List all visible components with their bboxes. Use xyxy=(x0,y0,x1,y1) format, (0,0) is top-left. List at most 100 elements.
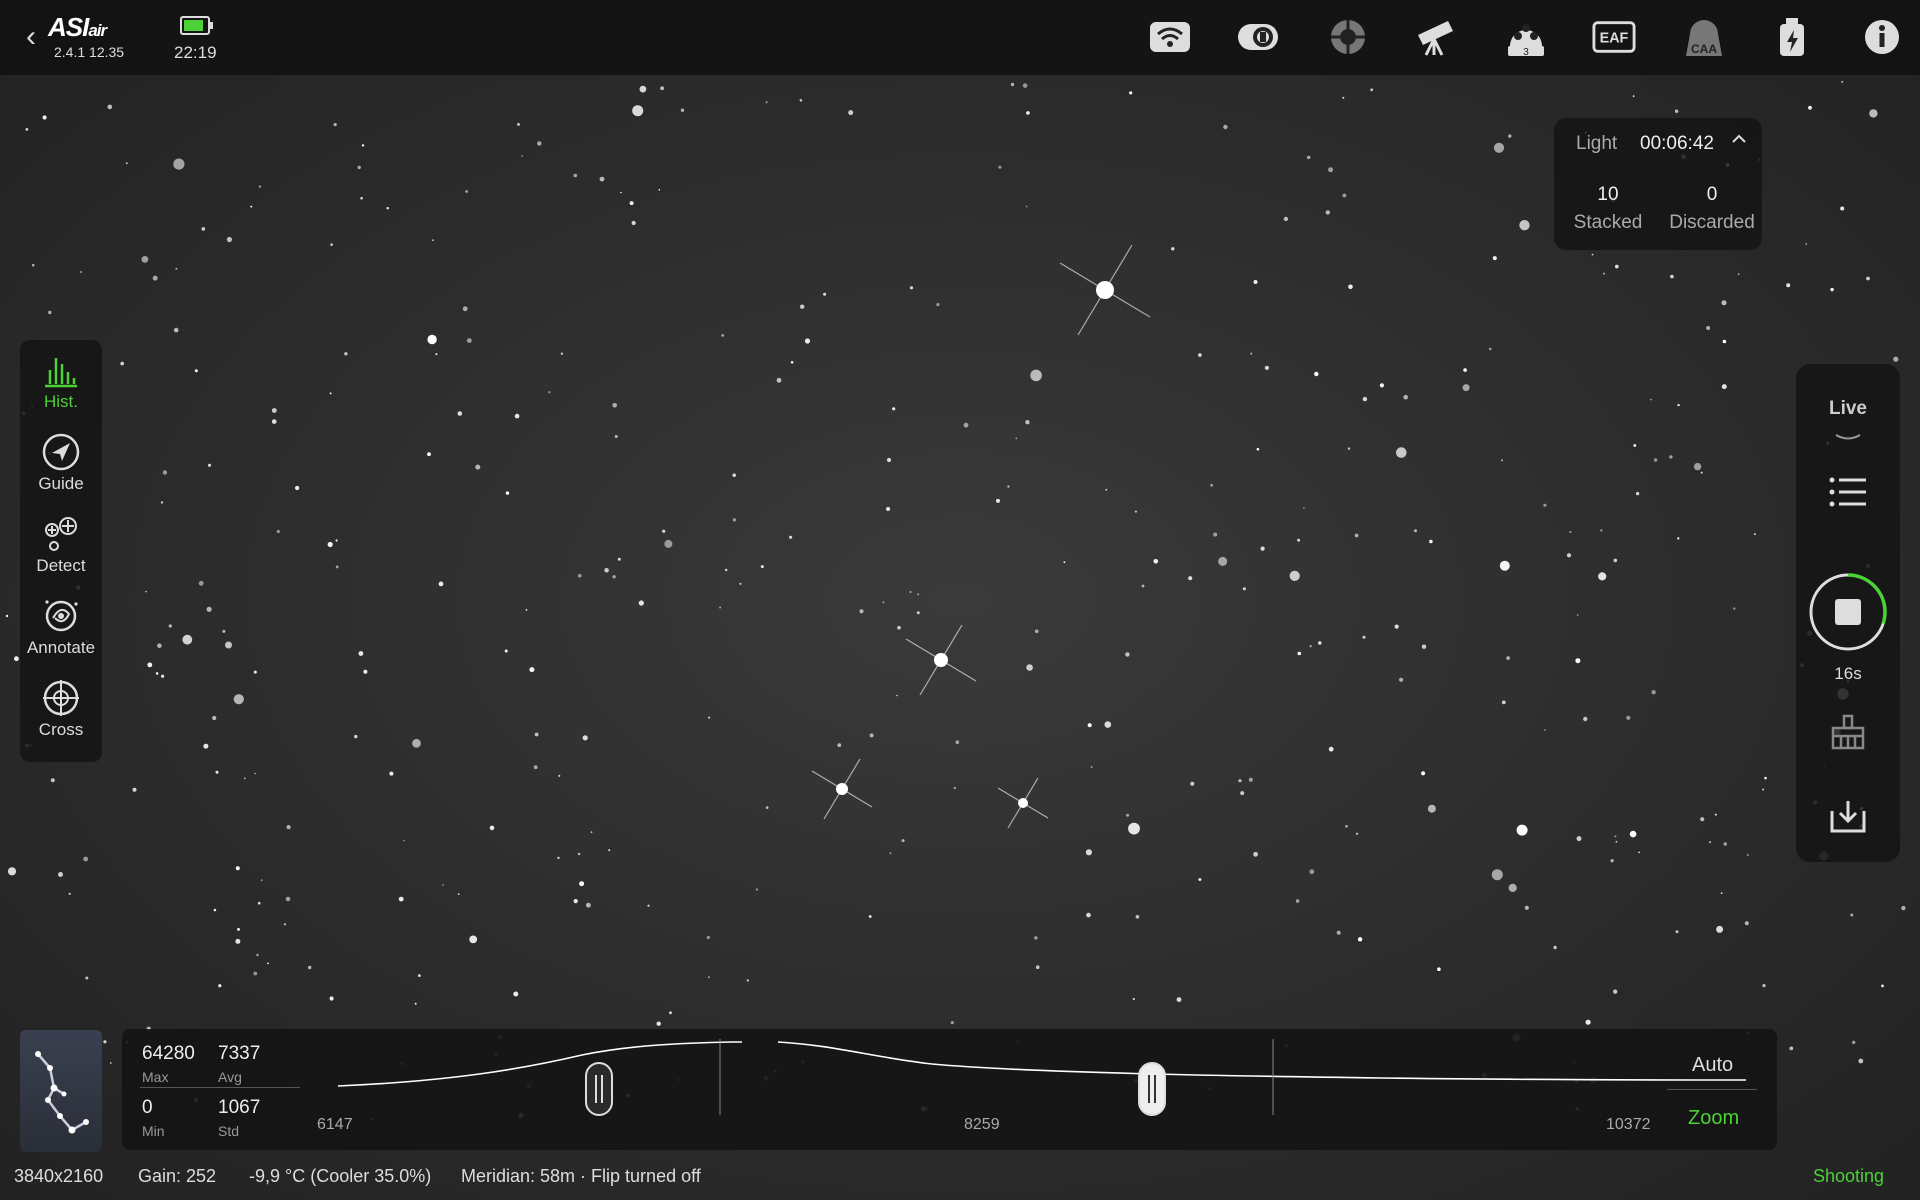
guide-camera-icon[interactable] xyxy=(1326,16,1370,58)
live-mode-label[interactable]: Live xyxy=(1796,398,1900,420)
star xyxy=(1723,842,1727,846)
star xyxy=(250,205,253,208)
star xyxy=(1901,905,1906,911)
hist-std-value: 1067 xyxy=(218,1097,261,1118)
clear-stack-button[interactable] xyxy=(1818,702,1878,762)
star xyxy=(1524,905,1529,910)
chevron-down-icon[interactable] xyxy=(1834,432,1862,444)
star xyxy=(162,470,168,475)
eaf-label: EAF xyxy=(1600,31,1629,47)
star xyxy=(1575,658,1581,664)
constellation-thumbnail[interactable] xyxy=(20,1030,102,1152)
star xyxy=(125,162,128,165)
stack-stats-panel[interactable]: Light 00:06:42 10 Stacked 0 Discarded xyxy=(1554,118,1762,250)
star xyxy=(1566,553,1572,558)
star xyxy=(431,239,434,242)
filter-wheel-icon[interactable]: 3 xyxy=(1504,16,1548,58)
star xyxy=(276,529,280,534)
star xyxy=(746,979,749,982)
star xyxy=(1421,771,1426,776)
app-version: 2.4.1 12.35 xyxy=(54,44,125,60)
tool-guide[interactable]: Guide xyxy=(20,422,102,504)
star xyxy=(398,896,404,902)
tool-histogram[interactable]: Hist. xyxy=(20,340,102,422)
star xyxy=(638,600,644,606)
star xyxy=(525,609,528,611)
tool-crosshair[interactable]: Cross xyxy=(20,668,102,750)
star xyxy=(50,778,55,783)
black-point-slider-handle[interactable] xyxy=(584,1061,614,1117)
star xyxy=(1762,788,1765,791)
star xyxy=(656,1021,661,1026)
star xyxy=(155,672,159,675)
star xyxy=(58,872,63,877)
tool-detect[interactable]: Detect xyxy=(20,504,102,586)
hist-std-label: Std xyxy=(218,1123,240,1139)
info-icon[interactable] xyxy=(1860,16,1904,58)
star xyxy=(206,606,212,612)
star xyxy=(462,306,468,312)
star xyxy=(48,310,52,315)
sequence-list-button[interactable] xyxy=(1818,462,1878,522)
star xyxy=(222,629,226,633)
star xyxy=(936,303,940,307)
star xyxy=(173,327,179,333)
star xyxy=(31,263,35,267)
star xyxy=(141,256,149,263)
star xyxy=(1677,537,1680,540)
tool-label: Annotate xyxy=(26,638,96,657)
star xyxy=(896,694,898,697)
star xyxy=(1153,559,1159,564)
histogram-curve[interactable] xyxy=(332,1029,1752,1115)
star xyxy=(612,575,616,579)
star xyxy=(1135,915,1140,919)
star xyxy=(1105,488,1108,491)
star xyxy=(1585,1019,1591,1025)
star xyxy=(629,201,634,206)
chevron-up-icon[interactable] xyxy=(1730,130,1748,148)
white-point-slider-handle[interactable] xyxy=(1137,1061,1167,1117)
gain-text: Gain: 252 xyxy=(138,1166,217,1186)
save-image-button[interactable] xyxy=(1818,786,1878,846)
star xyxy=(244,777,246,780)
telescope-icon[interactable] xyxy=(1414,16,1458,58)
eaf-icon[interactable]: EAF xyxy=(1592,16,1636,58)
tool-annotate[interactable]: Annotate xyxy=(20,586,102,668)
star xyxy=(1615,264,1619,269)
star xyxy=(708,716,711,719)
stacked-label: Stacked xyxy=(1573,212,1643,233)
star xyxy=(1342,96,1345,99)
star xyxy=(897,625,901,630)
star xyxy=(1242,587,1246,591)
camera-icon[interactable] xyxy=(1236,16,1280,58)
detect-icon xyxy=(45,517,77,551)
star xyxy=(267,962,269,965)
wifi-icon[interactable] xyxy=(1148,16,1192,58)
star xyxy=(706,935,710,940)
hist-max-value: 64280 xyxy=(142,1043,195,1064)
zoom-button[interactable]: Zoom xyxy=(1688,1107,1739,1130)
star xyxy=(1544,729,1546,731)
caa-icon[interactable]: CAA xyxy=(1682,16,1726,58)
star xyxy=(145,590,147,593)
star xyxy=(950,1021,954,1025)
star xyxy=(357,165,361,170)
star xyxy=(253,971,258,976)
auto-stretch-button[interactable]: Auto xyxy=(1692,1054,1733,1077)
star xyxy=(442,884,444,886)
back-chevron-icon[interactable]: ‹ xyxy=(26,22,48,52)
star xyxy=(708,976,710,979)
stop-capture-button[interactable] xyxy=(1808,572,1888,652)
star xyxy=(1576,836,1582,842)
star xyxy=(1852,1040,1856,1045)
power-icon[interactable] xyxy=(1770,16,1814,58)
hist-axis-left: 6147 xyxy=(317,1116,353,1133)
star xyxy=(1394,624,1399,629)
star xyxy=(225,641,232,649)
star xyxy=(882,601,885,604)
star xyxy=(998,165,1002,169)
star xyxy=(329,392,332,395)
star xyxy=(237,928,240,931)
star xyxy=(662,529,666,533)
star xyxy=(83,856,89,862)
